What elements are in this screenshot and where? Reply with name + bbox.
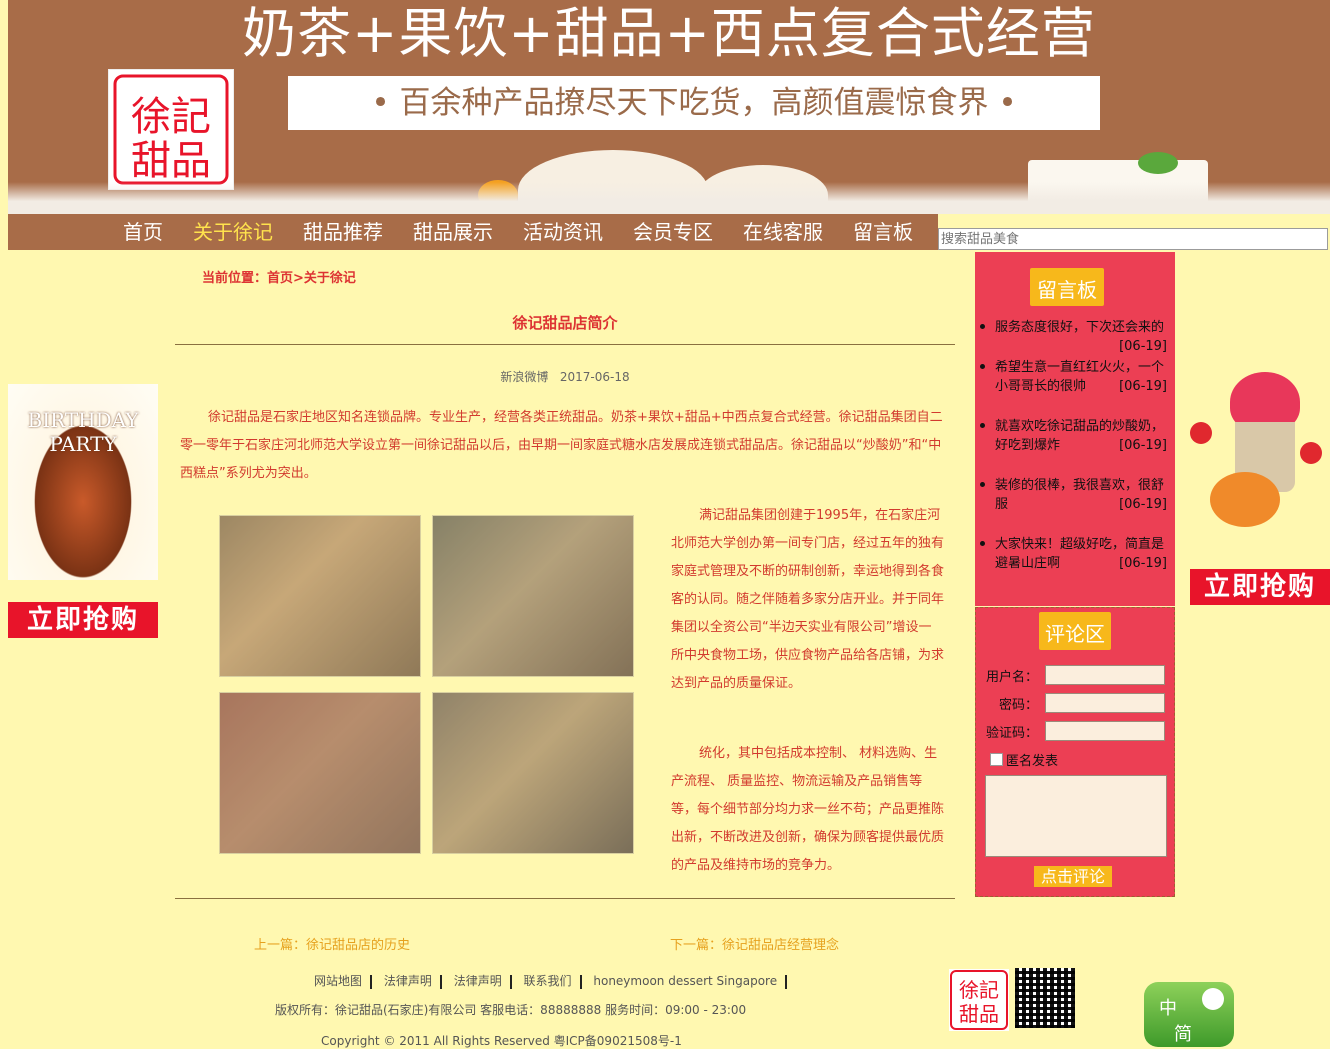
password-field[interactable] <box>1045 693 1165 713</box>
buy-now-button-left[interactable]: 立即抢购 <box>8 602 158 638</box>
search-input[interactable] <box>938 228 1328 250</box>
banner-subtitle: • 百余种产品撩尽天下吃货，高颜值震惊食界 • <box>288 76 1100 130</box>
article-title: 徐记甜品店简介 <box>512 314 618 332</box>
captcha-label: 验证码： <box>985 726 1038 741</box>
nav-recommend[interactable]: 甜品推荐 <box>303 218 383 246</box>
list-item[interactable]: 服务态度很好，下次还会来的 [06-19] <box>977 318 1167 354</box>
footer-links: 网站地图 法律声明 法律声明 联系我们 honeymoon dessert Si… <box>314 972 795 989</box>
nav-news[interactable]: 活动资讯 <box>523 218 603 246</box>
username-label: 用户名： <box>985 670 1038 685</box>
lang-label-simplified: 简 <box>1174 1024 1192 1045</box>
strawberry-icon <box>1300 442 1322 464</box>
submit-comment-button[interactable]: 点击评论 <box>1034 866 1112 887</box>
footer-company-info: 版权所有：徐记甜品(石家庄)有限公司 客服电话：88888888 服务时间：09… <box>275 1003 747 1017</box>
divider <box>175 344 955 345</box>
breadcrumb[interactable]: 当前位置：首页>关于徐记 <box>202 267 356 286</box>
article-paragraph: 满记甜品集团创建于1995年，在石家庄河北师范大学创办第一间专门店，经过五年的独… <box>671 508 945 691</box>
anonymous-checkbox[interactable] <box>990 753 1003 766</box>
footer-copyright: Copyright © 2011 All Rights Reserved 粤IC… <box>321 1034 682 1048</box>
footer-link-contact[interactable]: 联系我们 <box>524 974 572 988</box>
banner-title: 奶茶+果饮+甜品+西点复合式经营 <box>242 2 1096 65</box>
mint-leaf-icon <box>1138 152 1178 174</box>
main-nav: 首页 关于徐记 甜品推荐 甜品展示 活动资讯 会员专区 在线客服 留言板 <box>8 214 938 250</box>
password-label: 密码： <box>998 698 1038 713</box>
username-field[interactable] <box>1045 665 1165 685</box>
nav-service[interactable]: 在线客服 <box>743 218 823 246</box>
svg-text:甜品: 甜品 <box>959 1002 999 1026</box>
nav-about[interactable]: 关于徐记 <box>193 218 273 246</box>
buy-now-button-right[interactable]: 立即抢购 <box>1190 569 1330 605</box>
store-interior-photo <box>219 515 421 677</box>
article-meta: 新浪微博 2017-06-18 <box>175 368 955 385</box>
article-source: 新浪微博 <box>500 370 549 384</box>
list-item[interactable]: 装修的很棒，我很喜欢，很舒服 [06-19] <box>977 476 1167 514</box>
message-board-title: 留言板 <box>1030 268 1104 306</box>
svg-text:甜品: 甜品 <box>131 138 211 184</box>
article-paragraph: 徐记甜品是石家庄地区知名连锁品牌。专业生产，经营各类正统甜品。奶茶+果饮+甜品+… <box>180 410 943 481</box>
nav-showcase[interactable]: 甜品展示 <box>413 218 493 246</box>
strawberry-icon <box>1190 422 1212 444</box>
brand-logo[interactable]: 徐記 甜品 <box>108 69 234 190</box>
footer-link-sitemap[interactable]: 网站地图 <box>314 974 362 988</box>
article-paragraph: 统化，其中包括成本控制、 材料选购、生产流程、 质量监控、物流运输及产品销售等等… <box>671 746 945 873</box>
header-banner: 奶茶+果饮+甜品+西点复合式经营 • 百余种产品撩尽天下吃货，高颜值震惊食界 •… <box>8 0 1330 214</box>
article-date: 2017-06-18 <box>559 370 630 384</box>
footer-logo: 徐記 甜品 <box>949 969 1009 1031</box>
birthday-cake-ad-image[interactable]: BIRTHDAY PARTY <box>8 384 158 580</box>
ad-caption: BIRTHDAY PARTY <box>27 408 139 456</box>
list-item[interactable]: 希望生意一直红红火火，一个小哥哥长的很帅 [06-19] <box>977 358 1167 396</box>
banner-edge <box>8 182 1330 214</box>
store-interior-photo <box>432 515 634 677</box>
papaya-icon <box>1210 472 1280 527</box>
divider <box>175 898 955 899</box>
nav-members[interactable]: 会员专区 <box>633 218 713 246</box>
footer-link-legal[interactable]: 法律声明 <box>384 974 432 988</box>
list-item[interactable]: 大家快来！超级好吃，简直是避暑山庄啊 [06-19] <box>977 535 1167 573</box>
footer-link-partner[interactable]: honeymoon dessert Singapore <box>593 974 777 988</box>
daisy-icon <box>1202 988 1224 1010</box>
comment-textarea[interactable] <box>985 775 1167 857</box>
nav-guestbook[interactable]: 留言板 <box>853 218 913 246</box>
next-article-link[interactable]: 下一篇：徐记甜品店经营理念 <box>670 934 839 953</box>
svg-text:徐記: 徐記 <box>131 94 211 140</box>
footer-link-legal[interactable]: 法律声明 <box>454 974 502 988</box>
store-front-photo <box>432 692 634 854</box>
nav-home[interactable]: 首页 <box>123 218 163 246</box>
comment-title: 评论区 <box>1039 612 1111 650</box>
list-item[interactable]: 就喜欢吃徐记甜品的炒酸奶，好吃到爆炸 [06-19] <box>977 417 1167 455</box>
message-list: 服务态度很好，下次还会来的 [06-19] 希望生意一直红红火火，一个小哥哥长的很… <box>977 318 1167 594</box>
prev-article-link[interactable]: 上一篇：徐记甜品店的历史 <box>254 934 410 953</box>
store-interior-photo <box>219 692 421 854</box>
language-toggle-button[interactable]: 中 简 <box>1144 982 1234 1047</box>
lang-label-zh: 中 <box>1159 998 1177 1019</box>
captcha-field[interactable] <box>1045 721 1165 741</box>
anonymous-label: 匿名发表 <box>1006 754 1059 769</box>
svg-text:徐記: 徐記 <box>959 978 999 1002</box>
fruit-dessert-ad-image[interactable] <box>1190 362 1330 537</box>
qr-code-icon <box>1015 968 1075 1028</box>
